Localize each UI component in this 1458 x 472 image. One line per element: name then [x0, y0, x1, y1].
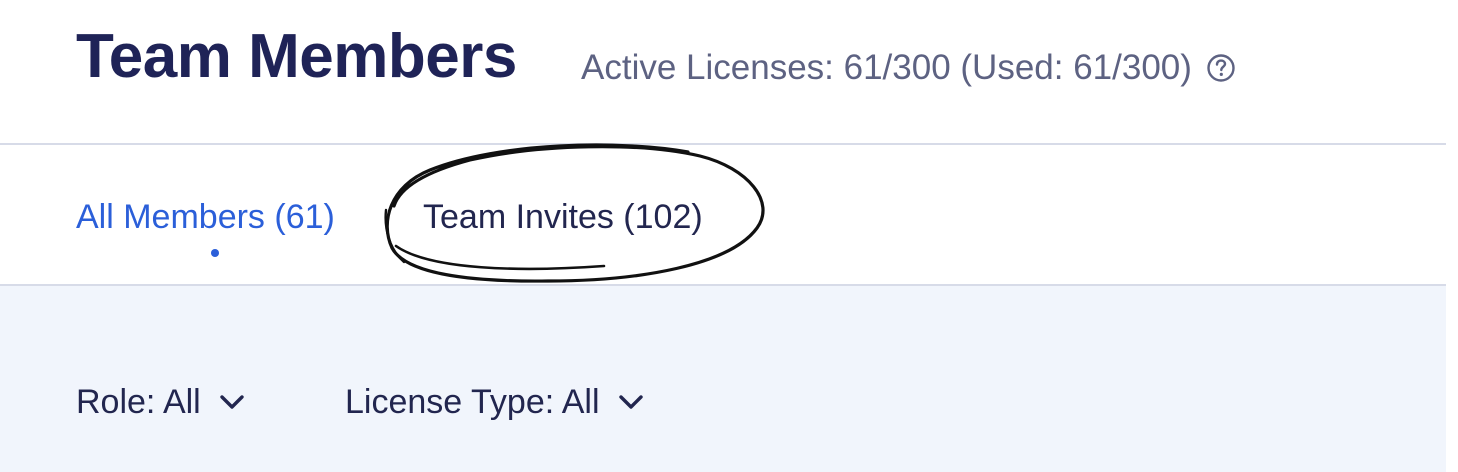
role-filter-dropdown[interactable]: Role: All — [76, 382, 247, 422]
chevron-down-icon — [616, 392, 646, 412]
license-type-filter-label: License Type: All — [345, 383, 600, 421]
chevron-down-icon — [217, 392, 247, 412]
question-circle-icon[interactable] — [1204, 51, 1238, 85]
active-tab-indicator — [211, 249, 219, 257]
page-header: Team Members Active Licenses: 61/300 (Us… — [0, 0, 1446, 144]
filter-bar: Role: All License Type: All — [0, 286, 1446, 472]
role-filter-label: Role: All — [76, 383, 201, 421]
license-type-filter-dropdown[interactable]: License Type: All — [345, 382, 646, 422]
license-summary-text: Active Licenses: 61/300 (Used: 61/300) — [581, 48, 1192, 87]
page-title: Team Members — [76, 22, 517, 91]
member-tabs: All Members (61) Team Invites (102) — [0, 145, 1446, 284]
tab-team-invites[interactable]: Team Invites (102) — [423, 197, 703, 237]
tab-all-members[interactable]: All Members (61) — [76, 197, 335, 237]
license-summary: Active Licenses: 61/300 (Used: 61/300) — [581, 48, 1238, 88]
team-members-page: Team Members Active Licenses: 61/300 (Us… — [0, 0, 1458, 472]
